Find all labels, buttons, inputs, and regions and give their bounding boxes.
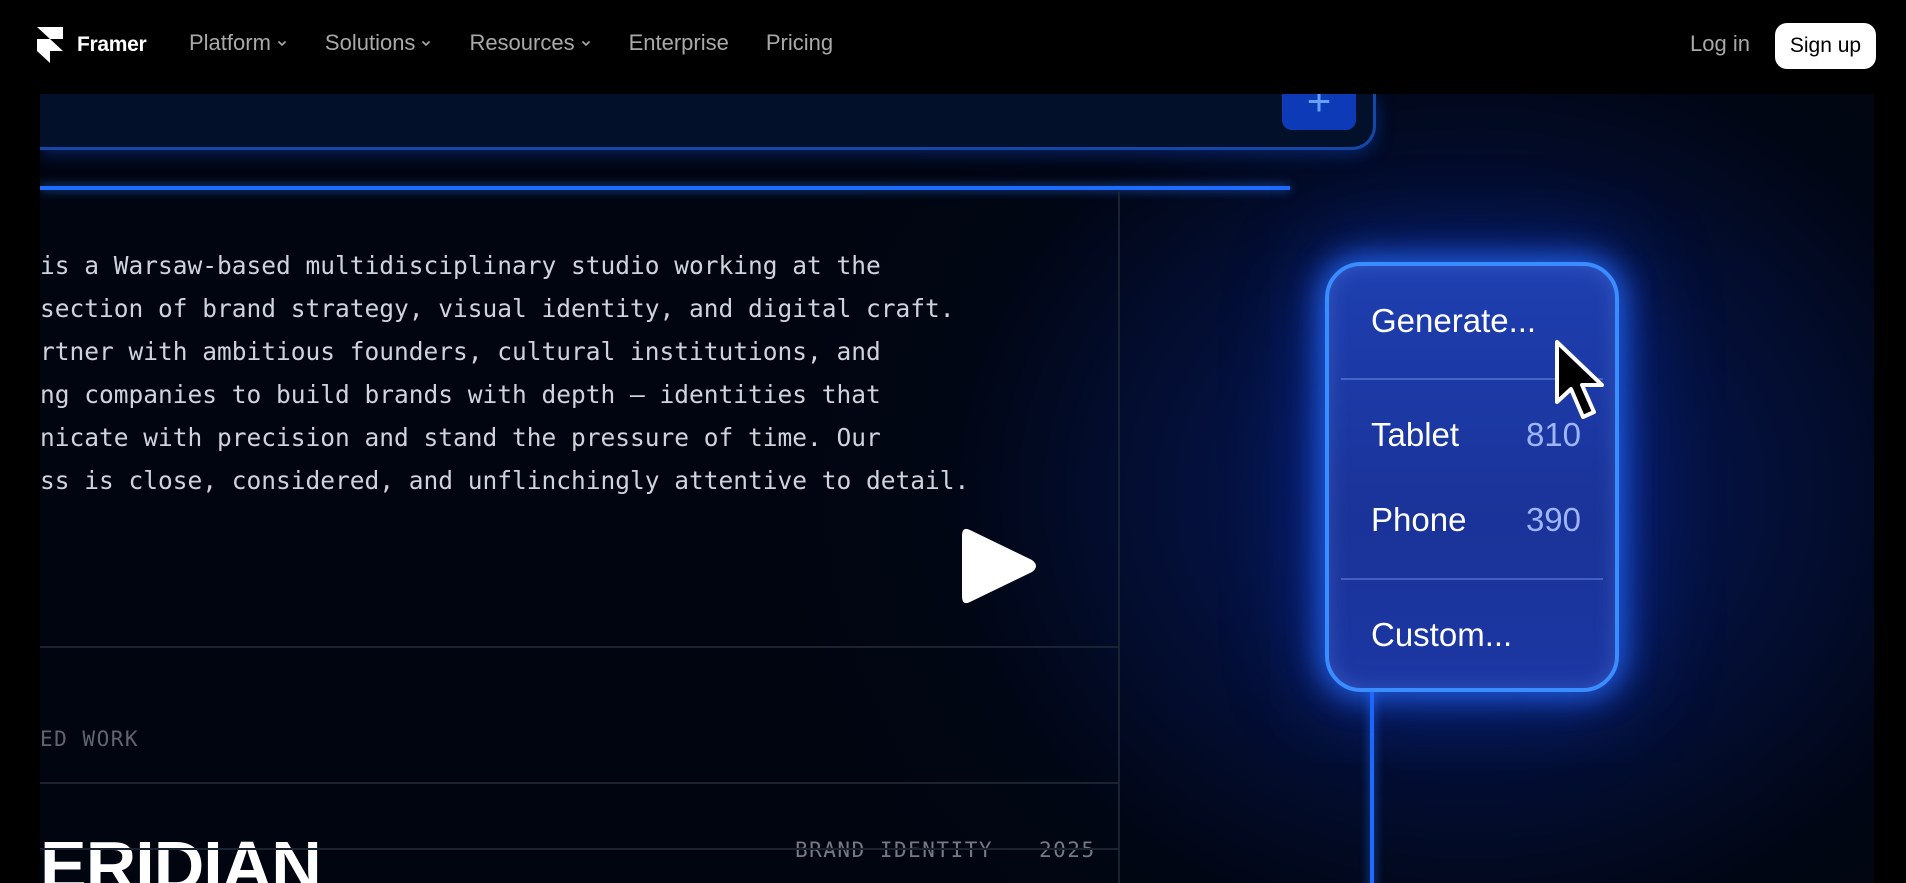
custom-option[interactable]: Custom... (1371, 616, 1581, 654)
menu-item-platform[interactable]: Platform (189, 30, 288, 56)
breakpoint-popup-menu: Generate... Tablet 810 Phone 390 Custom.… (1325, 262, 1619, 692)
menu-item-label: Platform (189, 30, 271, 55)
page-margin-left (0, 94, 40, 883)
popup-divider (1341, 578, 1603, 580)
tablet-option[interactable]: Tablet 810 (1371, 416, 1581, 454)
project-year: 2025 (1039, 838, 1096, 862)
paragraph-line: nicate with precision and stand the pres… (40, 423, 881, 452)
brand-link[interactable]: Framer (37, 27, 147, 63)
paragraph-line: ng companies to build brands with depth … (40, 380, 881, 409)
project-title: ERIDIAN (40, 827, 322, 883)
studio-description: is a Warsaw-based multidisciplinary stud… (40, 244, 1100, 502)
brand-name: Framer (77, 33, 147, 56)
chevron-down-icon (420, 37, 432, 49)
signup-button[interactable]: Sign up (1775, 23, 1876, 69)
generate-label: Generate... (1371, 302, 1537, 339)
project-meta: BRAND IDENTITY 2025 (795, 838, 1096, 862)
divider (40, 848, 1120, 850)
paragraph-line: rtner with ambitious founders, cultural … (40, 337, 881, 366)
chevron-down-icon (276, 37, 288, 49)
top-navigation: Framer Platform Solutions Resources Ente… (0, 0, 1906, 94)
canvas-toolbar (40, 94, 1376, 150)
phone-width: 390 (1525, 501, 1581, 538)
menu-item-enterprise[interactable]: Enterprise (629, 30, 729, 56)
cursor-arrow-icon (1555, 340, 1604, 419)
custom-label: Custom... (1371, 616, 1513, 653)
project-category: BRAND IDENTITY (795, 838, 994, 862)
menu-item-label: Solutions (324, 30, 416, 55)
login-link[interactable]: Log in (1690, 31, 1750, 57)
paragraph-line: ss is close, considered, and unflinching… (40, 466, 970, 495)
main-menu: Platform Solutions Resources Enterprise … (189, 30, 870, 56)
menu-item-solutions[interactable]: Solutions (325, 30, 433, 56)
phone-label: Phone (1371, 501, 1467, 538)
video-player[interactable]: + is a Warsaw-based multidisciplinary st… (40, 94, 1874, 883)
menu-item-pricing[interactable]: Pricing (766, 30, 833, 56)
paragraph-line: is a Warsaw-based multidisciplinary stud… (40, 251, 881, 280)
section-label: ED WORK (40, 727, 140, 751)
menu-item-label: Enterprise (628, 30, 729, 55)
menu-item-resources[interactable]: Resources (469, 30, 591, 56)
framer-logo-icon (37, 27, 63, 63)
page-margin-right (1874, 94, 1906, 883)
play-icon[interactable] (956, 522, 1042, 610)
paragraph-line: section of brand strategy, visual identi… (40, 294, 955, 323)
menu-item-label: Pricing (765, 30, 834, 55)
phone-option[interactable]: Phone 390 (1371, 501, 1581, 539)
menu-item-label: Resources (469, 30, 575, 55)
divider (40, 782, 1120, 784)
chevron-down-icon (580, 37, 592, 49)
plus-icon[interactable]: + (1282, 94, 1356, 130)
tablet-label: Tablet (1371, 416, 1460, 453)
generate-option[interactable]: Generate... (1371, 302, 1581, 340)
divider (40, 646, 1120, 648)
